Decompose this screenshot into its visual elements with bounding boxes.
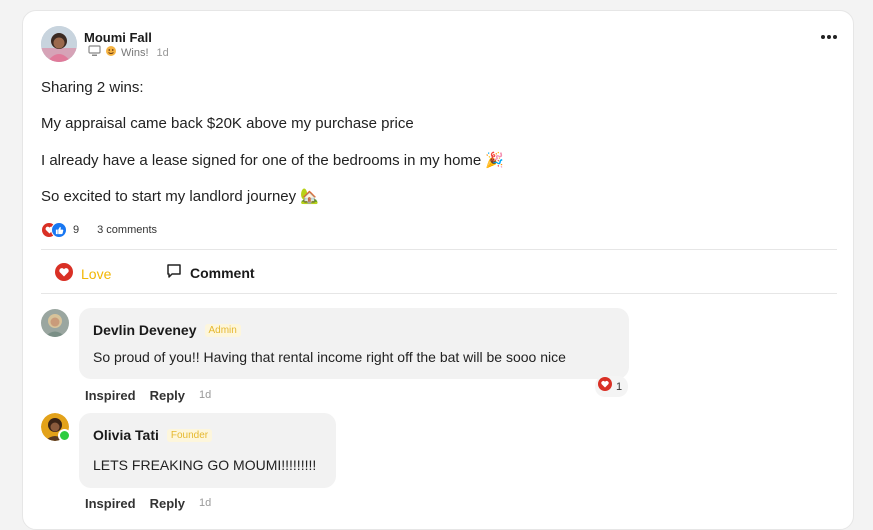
reaction-count: 9	[73, 224, 80, 236]
heart-icon	[55, 263, 73, 284]
speech-bubble-icon	[166, 263, 182, 282]
author-avatar[interactable]	[41, 26, 77, 62]
post-body-line: So excited to start my landlord journey …	[41, 188, 319, 205]
comment-actions: Inspired Reply 1d	[85, 496, 211, 511]
comment-bubble: Devlin Deveney Admin So proud of you!! H…	[79, 308, 629, 379]
role-badge: Founder	[166, 428, 213, 442]
post-body-line: Sharing 2 wins:	[41, 79, 144, 96]
reactions-summary[interactable]: 9 3 comments	[41, 222, 157, 238]
post-body-line: My appraisal came back $20K above my pur…	[41, 115, 414, 132]
comment-reaction-pill[interactable]: 1	[595, 376, 629, 397]
comment-bubble: Olivia Tati Founder LETS FREAKING GO MOU…	[79, 413, 336, 488]
commenter-name[interactable]: Devlin Deveney	[93, 322, 197, 338]
divider	[41, 293, 837, 294]
reply-button[interactable]: Reply	[150, 388, 185, 403]
comment-text: LETS FREAKING GO MOUMI!!!!!!!!!	[93, 457, 317, 473]
author-name[interactable]: Moumi Fall	[84, 30, 152, 45]
commenter-avatar[interactable]	[41, 309, 69, 337]
love-label: Love	[81, 265, 112, 282]
comment-time: 1d	[198, 389, 212, 401]
post-body-line: I already have a lease signed for one of…	[41, 152, 505, 169]
role-badge: Admin	[204, 323, 241, 337]
like-reaction-icon	[51, 222, 67, 238]
monitor-icon	[88, 45, 101, 60]
inspired-button[interactable]: Inspired	[85, 388, 136, 403]
comment-label: Comment	[190, 264, 255, 281]
online-status-icon	[58, 429, 71, 442]
love-button[interactable]: Love	[55, 263, 111, 284]
comment-reaction-count: 1	[616, 380, 623, 393]
comment-time: 1d	[198, 497, 212, 509]
post-card: Moumi Fall Wins! 1d Sharing 2 wins: My a…	[22, 10, 854, 530]
divider	[41, 249, 837, 250]
comments-count[interactable]: 3 comments	[97, 224, 157, 236]
post-meta: Wins! 1d	[88, 45, 169, 60]
inspired-button[interactable]: Inspired	[85, 496, 136, 511]
reply-button[interactable]: Reply	[150, 496, 185, 511]
three-dots-icon[interactable]	[821, 35, 837, 41]
category-emoji-icon	[105, 45, 117, 60]
comment-button[interactable]: Comment	[166, 263, 255, 282]
comment-text: So proud of you!! Having that rental inc…	[93, 349, 566, 365]
post-category[interactable]: Wins!	[121, 47, 149, 59]
commenter-name[interactable]: Olivia Tati	[93, 427, 159, 443]
commenter-avatar[interactable]	[41, 413, 71, 442]
comment-actions: Inspired Reply 1d	[85, 388, 211, 403]
heart-icon	[598, 377, 612, 396]
post-time: 1d	[156, 46, 169, 59]
